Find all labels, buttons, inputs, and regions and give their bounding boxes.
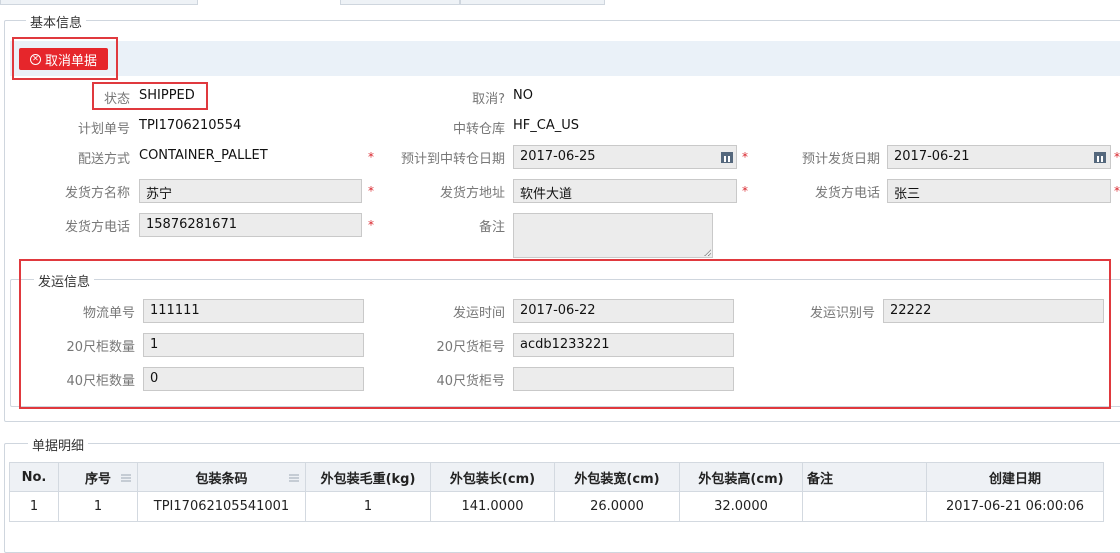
- details-table: No. 序号 包装条码 外包装毛重(kg) 外包装长(cm) 外包装宽(cm) …: [9, 462, 1104, 522]
- required-mark: *: [742, 150, 748, 164]
- cell-no: 1: [9, 491, 59, 522]
- col-header-width[interactable]: 外包装宽(cm): [554, 462, 680, 492]
- shipper-phone-input[interactable]: 15876281671: [139, 213, 362, 237]
- col-header-seq[interactable]: 序号: [58, 462, 138, 492]
- shipper-name-label: 发货方名称: [64, 186, 130, 201]
- c20-qty-label: 20尺柜数量: [66, 340, 135, 355]
- details-legend: 单据明细: [28, 435, 89, 454]
- cell-width: 26.0000: [554, 491, 680, 522]
- est-ship-date-input[interactable]: 2017-06-21: [887, 145, 1111, 169]
- basic-info-legend: 基本信息: [26, 12, 87, 31]
- c40-no-input[interactable]: [513, 367, 734, 391]
- cell-height: 32.0000: [679, 491, 803, 522]
- plan-no-label: 计划单号: [77, 122, 130, 137]
- remark-textarea[interactable]: [513, 213, 713, 258]
- cancel-order-button[interactable]: ✕ 取消单据: [19, 48, 108, 70]
- shipper-address-input[interactable]: 软件大道: [513, 179, 737, 203]
- required-mark: *: [742, 184, 748, 198]
- plan-no-value: TPI1706210554: [139, 118, 242, 133]
- resize-handle[interactable]: [704, 249, 711, 256]
- toolbar: [10, 41, 1120, 76]
- status-label: 状态: [103, 92, 130, 107]
- cancelled-label: 取消?: [472, 92, 505, 107]
- tab-3[interactable]: [460, 0, 605, 5]
- close-circle-icon: ✕: [29, 53, 41, 65]
- ship-time-label: 发运时间: [452, 306, 505, 321]
- column-menu-icon[interactable]: [121, 474, 131, 482]
- est-ship-date-label: 预计发货日期: [801, 152, 880, 167]
- cancel-order-label: 取消单据: [44, 53, 97, 69]
- col-header-no[interactable]: No.: [9, 462, 59, 492]
- table-row[interactable]: 1 1 TPI17062105541001 1 141.0000 26.0000…: [9, 491, 1104, 522]
- remark-label: 备注: [478, 220, 505, 235]
- col-header-weight[interactable]: 外包装毛重(kg): [305, 462, 431, 492]
- c40-qty-label: 40尺柜数量: [66, 374, 135, 389]
- c20-qty-input[interactable]: 1: [143, 333, 364, 357]
- tracking-no-label: 物流单号: [82, 306, 135, 321]
- tab-1[interactable]: [0, 0, 198, 5]
- required-mark: *: [1114, 184, 1120, 198]
- col-header-length[interactable]: 外包装长(cm): [430, 462, 555, 492]
- delivery-method-label: 配送方式: [77, 152, 130, 167]
- col-header-barcode[interactable]: 包装条码: [137, 462, 306, 492]
- cell-barcode: TPI17062105541001: [137, 491, 306, 522]
- cell-remark: [802, 491, 927, 522]
- shipper-address-label: 发货方地址: [439, 186, 505, 201]
- tracking-no-input[interactable]: 111111: [143, 299, 364, 323]
- status-value: SHIPPED: [139, 88, 195, 103]
- transit-warehouse-value: HF_CA_US: [513, 118, 579, 133]
- shipper-phone-input-right[interactable]: 张三: [887, 179, 1111, 203]
- ship-id-label: 发运识别号: [809, 306, 875, 321]
- calendar-icon[interactable]: [721, 151, 733, 163]
- cell-weight: 1: [305, 491, 431, 522]
- cancelled-value: NO: [513, 88, 533, 103]
- col-header-height[interactable]: 外包装高(cm): [679, 462, 803, 492]
- transit-warehouse-label: 中转仓库: [452, 122, 505, 137]
- required-mark: *: [1114, 150, 1120, 164]
- cell-length: 141.0000: [430, 491, 555, 522]
- shipper-phone-label: 发货方电话: [64, 220, 130, 235]
- c40-no-label: 40尺货柜号: [436, 374, 505, 389]
- tab-2[interactable]: [340, 0, 460, 5]
- column-menu-icon[interactable]: [289, 474, 299, 482]
- eta-transit-date-input[interactable]: 2017-06-25: [513, 145, 737, 169]
- c40-qty-input[interactable]: 0: [143, 367, 364, 391]
- col-header-remark[interactable]: 备注: [802, 462, 927, 492]
- required-mark: *: [368, 218, 374, 232]
- c20-no-input[interactable]: acdb1233221: [513, 333, 734, 357]
- ship-id-input[interactable]: 22222: [883, 299, 1104, 323]
- delivery-method-value: CONTAINER_PALLET: [139, 148, 268, 163]
- shipper-phone-label-right: 发货方电话: [814, 186, 880, 201]
- eta-transit-label: 预计到中转仓日期: [400, 152, 505, 167]
- calendar-icon[interactable]: [1094, 151, 1106, 163]
- required-mark: *: [368, 184, 374, 198]
- col-header-created[interactable]: 创建日期: [926, 462, 1104, 492]
- cell-created: 2017-06-21 06:00:06: [926, 491, 1104, 522]
- cell-seq: 1: [58, 491, 138, 522]
- ship-time-input[interactable]: 2017-06-22: [513, 299, 734, 323]
- c20-no-label: 20尺货柜号: [436, 340, 505, 355]
- shipper-name-input[interactable]: 苏宁: [139, 179, 362, 203]
- table-header-row: No. 序号 包装条码 外包装毛重(kg) 外包装长(cm) 外包装宽(cm) …: [9, 462, 1104, 492]
